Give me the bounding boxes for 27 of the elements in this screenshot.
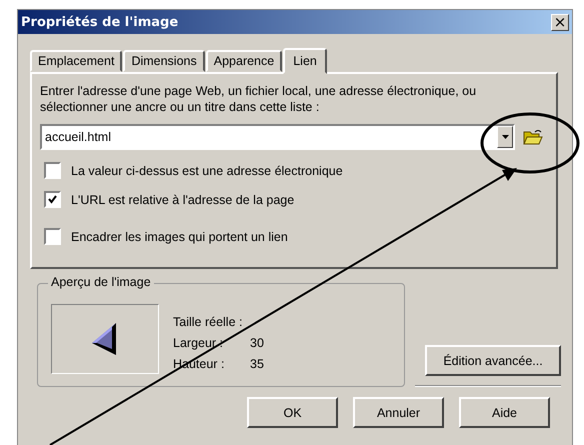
checkmark-icon: [48, 195, 57, 204]
size-label: Taille réelle :: [173, 314, 244, 330]
folder-icon[interactable]: [523, 129, 543, 145]
dimension-value: 30: [250, 335, 264, 351]
url-combo-field[interactable]: accueil.html: [40, 124, 515, 150]
help-button[interactable]: Aide: [459, 397, 550, 428]
checkbox-label: La valeur ci-dessus est une adresse électronique: [71, 164, 343, 178]
cancel-button[interactable]: Annuler: [353, 397, 444, 428]
advanced-edit-button[interactable]: Édition avancée...: [425, 345, 561, 376]
dropdown-button[interactable]: [497, 126, 513, 148]
dimension-label: Largeur :: [173, 335, 224, 351]
caret-icon: [502, 135, 508, 139]
tab[interactable]: Lien: [283, 48, 327, 74]
group-title: Aperçu de l'image: [48, 275, 154, 289]
instructions-text: Entrer l'adresse d'une page Web, un fichier local, une adresse électronique, ou sélectionner une ancre ou un titre dans cette liste :: [40, 83, 478, 115]
checkbox[interactable]: [44, 191, 61, 208]
checkbox[interactable]: [44, 162, 61, 179]
checkbox-label: Encadrer les images qui portent un lien: [71, 230, 288, 244]
ok-button[interactable]: OK: [247, 397, 338, 428]
dimension-value: 35: [250, 356, 264, 372]
window-title: Propriétés de l'image: [21, 14, 178, 30]
tab[interactable]: Emplacement: [30, 50, 122, 72]
tab[interactable]: Apparence: [206, 50, 282, 72]
checkbox[interactable]: [44, 228, 61, 245]
close-button[interactable]: ×: [551, 14, 569, 30]
tab[interactable]: Dimensions: [123, 50, 205, 72]
checkbox-label: L'URL est relative à l'adresse de la page: [71, 192, 294, 206]
